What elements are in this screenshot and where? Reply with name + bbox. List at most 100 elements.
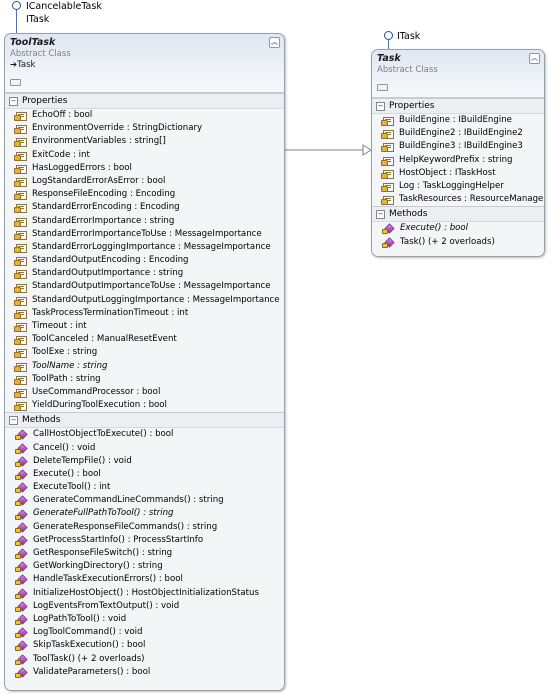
property-item[interactable]: EnvironmentOverride : StringDictionary	[5, 122, 284, 135]
method-icon	[15, 456, 28, 467]
method-item[interactable]: GetWorkingDirectory() : string	[5, 560, 284, 573]
properties-section: − Properties BuildEngine : IBuildEngine Bu…	[372, 98, 544, 207]
minus-icon[interactable]: −	[376, 209, 385, 219]
double-chevron-up-icon[interactable]: ︽	[529, 53, 540, 64]
property-item[interactable]: Log : TaskLoggingHelper	[372, 180, 544, 193]
method-icon	[15, 588, 28, 599]
method-item[interactable]: GetProcessStartInfo() : ProcessStartInfo	[5, 534, 284, 547]
property-item[interactable]: LogStandardErrorAsError : bool	[5, 175, 284, 188]
lollipop-interface-icon	[12, 1, 21, 10]
method-item[interactable]: ValidateParameters() : bool	[5, 666, 284, 679]
property-item[interactable]: BuildEngine : IBuildEngine	[372, 114, 544, 127]
property-item[interactable]: StandardOutputEncoding : Encoding	[5, 254, 284, 267]
property-label: ToolName : string	[32, 360, 108, 371]
base-class: ➔Task	[10, 60, 36, 70]
property-item[interactable]: StandardErrorImportanceToUse : MessageIm…	[5, 228, 284, 241]
property-item[interactable]: EnvironmentVariables : string[]	[5, 135, 284, 148]
property-label: StandardOutputImportance : string	[32, 268, 184, 279]
method-item[interactable]: LogPathToTool() : void	[5, 613, 284, 626]
class-header: Task Abstract Class ︽	[372, 50, 544, 98]
method-label: ExecuteTool() : int	[33, 482, 111, 493]
minus-icon[interactable]: −	[9, 96, 18, 106]
collapse-toggle[interactable]	[10, 71, 279, 90]
section-label: Methods	[22, 415, 61, 426]
method-label: GetWorkingDirectory() : string	[33, 561, 163, 572]
property-item[interactable]: EchoOff : bool	[5, 109, 284, 122]
property-item[interactable]: UseCommandProcessor : bool	[5, 386, 284, 399]
double-chevron-up-icon[interactable]: ︽	[269, 37, 280, 48]
property-item[interactable]: StandardOutputLoggingImportance : Messag…	[5, 294, 284, 307]
property-label: EchoOff : bool	[32, 110, 93, 120]
compartment-toggle-icon[interactable]	[10, 79, 21, 86]
method-item[interactable]: ToolTask() (+ 2 overloads)	[5, 653, 284, 666]
property-label: ResponseFileEncoding : Encoding	[32, 189, 176, 200]
method-item[interactable]: Execute() : bool	[5, 468, 284, 481]
property-item[interactable]: YieldDuringToolExecution : bool	[5, 399, 284, 412]
method-label: Task() (+ 2 overloads)	[400, 236, 495, 247]
property-item[interactable]: StandardErrorLoggingImportance : Message…	[5, 241, 284, 254]
tooltask-class-box[interactable]: ToolTask Abstract Class ➔Task ︽ − Propert…	[4, 33, 285, 691]
property-item[interactable]: HasLoggedErrors : bool	[5, 162, 284, 175]
method-item[interactable]: CallHostObjectToExecute() : bool	[5, 428, 284, 441]
method-item[interactable]: LogToolCommand() : void	[5, 626, 284, 639]
methods-section: − Methods CallHostObjectToExecute() : boo…	[5, 412, 284, 679]
property-item[interactable]: BuildEngine3 : IBuildEngine3	[372, 140, 544, 153]
method-item[interactable]: DeleteTempFile() : void	[5, 455, 284, 468]
method-label: LogToolCommand() : void	[33, 627, 143, 638]
method-item[interactable]: GenerateCommandLineCommands() : string	[5, 494, 284, 507]
method-icon	[382, 223, 395, 235]
method-item[interactable]: LogEventsFromTextOutput() : void	[5, 600, 284, 613]
property-item[interactable]: ResponseFileEncoding : Encoding	[5, 188, 284, 201]
method-label: Execute() : bool	[33, 468, 101, 479]
method-item[interactable]: GenerateFullPathToTool() : string	[5, 507, 284, 520]
method-item[interactable]: InitializeHostObject() : HostObjectIniti…	[5, 587, 284, 600]
method-item[interactable]: Task() (+ 2 overloads)	[372, 236, 544, 249]
method-label: GenerateResponseFileCommands() : string	[33, 521, 218, 532]
task-class-box[interactable]: Task Abstract Class ︽ − Properties BuildE…	[371, 49, 545, 257]
property-item[interactable]: TaskResources : ResourceManager	[372, 193, 544, 206]
property-item[interactable]: ToolExe : string	[5, 346, 284, 359]
method-icon	[15, 574, 28, 586]
property-item[interactable]: StandardOutputImportanceToUse : MessageI…	[5, 280, 284, 293]
property-icon	[14, 137, 27, 148]
method-item[interactable]: GetResponseFileSwitch() : string	[5, 547, 284, 560]
method-icon	[15, 561, 28, 573]
method-item[interactable]: HandleTaskExecutionErrors() : bool	[5, 573, 284, 586]
property-item[interactable]: StandardErrorImportance : string	[5, 215, 284, 228]
property-label: StandardOutputImportanceToUse : MessageI…	[32, 281, 271, 292]
class-stereotype: Abstract Class	[377, 65, 438, 75]
methods-header[interactable]: − Methods	[5, 412, 284, 429]
property-label: HelpKeywordPrefix : string	[399, 154, 513, 165]
minus-icon[interactable]: −	[9, 415, 18, 425]
property-item[interactable]: ToolCanceled : ManualResetEvent	[5, 333, 284, 346]
properties-header[interactable]: − Properties	[5, 93, 284, 109]
property-item[interactable]: HelpKeywordPrefix : string	[372, 154, 544, 167]
compartment-toggle-icon[interactable]	[377, 84, 388, 91]
property-item[interactable]: TaskProcessTerminationTimeout : int	[5, 307, 284, 320]
property-item[interactable]: Timeout : int	[5, 320, 284, 333]
property-icon	[14, 375, 27, 385]
properties-header[interactable]: − Properties	[372, 98, 544, 114]
property-label: ToolCanceled : ManualResetEvent	[32, 334, 177, 345]
property-icon	[14, 348, 27, 359]
collapse-toggle[interactable]	[377, 76, 539, 95]
method-item[interactable]: GenerateResponseFileCommands() : string	[5, 521, 284, 534]
property-item[interactable]: HostObject : ITaskHost	[372, 167, 544, 180]
property-item[interactable]: ToolName : string	[5, 360, 284, 373]
property-item[interactable]: StandardOutputImportance : string	[5, 267, 284, 280]
minus-icon[interactable]: −	[376, 101, 385, 111]
method-item[interactable]: ExecuteTool() : int	[5, 481, 284, 494]
property-item[interactable]: BuildEngine2 : IBuildEngine2	[372, 127, 544, 140]
method-item[interactable]: SkipTaskExecution() : bool	[5, 639, 284, 652]
method-item[interactable]: Cancel() : void	[5, 442, 284, 455]
lollipop-interface-icon	[384, 31, 393, 40]
methods-header[interactable]: − Methods	[372, 206, 544, 223]
property-icon	[14, 269, 27, 280]
method-label: CallHostObjectToExecute() : bool	[33, 429, 174, 440]
method-item[interactable]: Execute() : bool	[372, 222, 544, 235]
property-item[interactable]: ExitCode : int	[5, 149, 284, 162]
property-label: BuildEngine2 : IBuildEngine2	[399, 128, 523, 139]
section-label: Properties	[22, 96, 68, 106]
property-item[interactable]: ToolPath : string	[5, 373, 284, 386]
property-item[interactable]: StandardErrorEncoding : Encoding	[5, 201, 284, 214]
